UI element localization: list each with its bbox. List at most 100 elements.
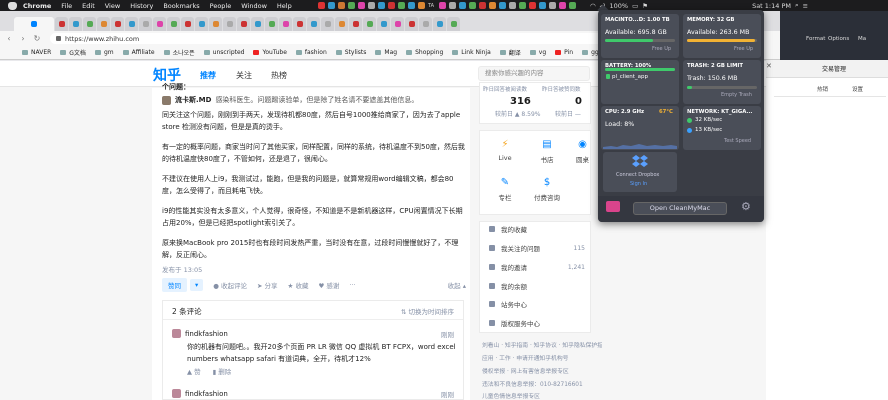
entry-column[interactable]: ✎ 专栏 — [490, 177, 520, 202]
list-item[interactable]: 站务中心 — [489, 299, 585, 309]
tray-app-icon[interactable] — [418, 2, 425, 9]
tray-app-icon[interactable] — [449, 2, 457, 9]
battery-icon[interactable]: ▭ — [632, 2, 638, 10]
bookmark-item[interactable]: gm — [94, 49, 114, 56]
column-header[interactable]: 设置 — [852, 85, 863, 93]
bookmark-item[interactable]: Pin — [555, 49, 573, 56]
entry-paid-consult[interactable]: $ 付费咨询 — [530, 177, 564, 202]
search-input[interactable]: 搜索你感兴趣的内容 — [478, 66, 590, 81]
browser-tab[interactable] — [223, 17, 236, 31]
browser-tab[interactable] — [83, 17, 96, 31]
tray-app-icon[interactable] — [378, 2, 385, 9]
search-icon[interactable]: ⌕ — [795, 1, 799, 10]
dropbox-sign-in-link[interactable]: Sign In — [630, 181, 647, 187]
bookmark-item[interactable]: Shopping — [406, 49, 443, 56]
tray-app-icon[interactable] — [338, 2, 345, 9]
bookmark-item[interactable]: vg — [529, 49, 546, 56]
bookmark-item[interactable]: unscripted — [203, 49, 244, 56]
browser-tab[interactable] — [125, 17, 138, 31]
window-menu-item[interactable]: Options — [828, 36, 849, 42]
browser-tab[interactable] — [139, 17, 152, 31]
window-menu-item[interactable]: Ma — [858, 36, 866, 42]
entry-bookstore[interactable]: ▤ 书店 — [532, 139, 562, 164]
browser-tab[interactable] — [405, 17, 418, 31]
tray-app-icon[interactable] — [559, 2, 567, 9]
browser-tab[interactable] — [265, 17, 278, 31]
cleanmymac-logo-icon[interactable] — [606, 201, 620, 212]
tray-app-icon[interactable] — [469, 2, 477, 9]
footer-links[interactable]: 刘看山 · 知乎指南 · 知乎协议 · 知乎隐私保护指引 — [482, 340, 602, 349]
entry-live[interactable]: ⚡ Live — [490, 139, 520, 162]
browser-tab[interactable] — [363, 17, 376, 31]
publish-time[interactable]: 发布于 13:05 — [162, 264, 202, 274]
bookmark-item[interactable]: 소나오픈 — [163, 48, 195, 57]
browser-tab[interactable] — [307, 17, 320, 31]
apple-icon[interactable] — [8, 1, 17, 10]
tray-app-icon[interactable] — [509, 2, 517, 9]
collapse-button[interactable]: 收起 ▴ — [448, 280, 466, 290]
browser-tab[interactable] — [433, 17, 446, 31]
browser-tab[interactable] — [447, 17, 460, 31]
favorite-button[interactable]: ★ 收藏 — [288, 280, 309, 290]
empty-trash-button[interactable]: Empty Trash — [721, 92, 752, 98]
tray-app-icon[interactable] — [318, 2, 325, 9]
nav-hot[interactable]: 热榜 — [271, 70, 287, 81]
browser-tab[interactable] — [237, 17, 250, 31]
nav-follow[interactable]: 关注 — [236, 70, 252, 81]
column-header[interactable]: 热销 — [817, 85, 828, 93]
tray-app-icon[interactable] — [348, 2, 355, 9]
tray-app-icon[interactable] — [328, 2, 335, 9]
browser-tab[interactable] — [97, 17, 110, 31]
tray-app-icon[interactable] — [539, 2, 547, 9]
browser-tab[interactable] — [391, 17, 404, 31]
tray-app-icon[interactable] — [519, 2, 527, 9]
forward-icon[interactable]: › — [18, 34, 28, 44]
browser-tab[interactable] — [321, 17, 334, 31]
comment-like-button[interactable]: ▲ 赞 — [187, 366, 201, 376]
browser-tab[interactable] — [335, 17, 348, 31]
nav-recommend[interactable]: 推荐 — [200, 70, 216, 81]
tray-app-icon[interactable] — [499, 2, 507, 9]
menu-file[interactable]: File — [61, 2, 72, 10]
menu-bookmarks[interactable]: Bookmarks — [163, 2, 199, 10]
tray-app-icon[interactable] — [368, 2, 375, 9]
bookmark-item[interactable]: Link Ninja — [452, 49, 491, 56]
tray-app-icon[interactable] — [398, 2, 405, 9]
comment-toggle-button[interactable]: ● 收起评论 — [213, 280, 247, 290]
browser-tab[interactable] — [279, 17, 292, 31]
bookmark-item[interactable]: Stylists — [335, 49, 366, 56]
tray-app-icon[interactable] — [358, 2, 365, 9]
author-name[interactable]: 流卡斯.MD — [175, 95, 211, 105]
avatar[interactable] — [162, 95, 171, 105]
menu-window[interactable]: Window — [241, 2, 267, 10]
footer-links[interactable]: 应用 · 工作 · 申请开通知乎机构号 — [482, 353, 602, 362]
browser-tab[interactable] — [251, 17, 264, 31]
menu-app-name[interactable]: Chrome — [23, 2, 51, 10]
sort-toggle[interactable]: ⇅ 切换为时间排序 — [401, 306, 454, 316]
menu-people[interactable]: People — [210, 2, 232, 10]
tray-app-icon[interactable] — [408, 2, 415, 9]
open-cleanmymac-button[interactable]: Open CleanMyMac — [633, 202, 727, 215]
tray-app-icon[interactable] — [529, 2, 537, 9]
browser-tab[interactable] — [377, 17, 390, 31]
reload-icon[interactable]: ↻ — [32, 34, 42, 44]
list-item[interactable]: 我的收藏 — [489, 224, 585, 234]
upvote-button[interactable]: 赞同 — [162, 278, 187, 292]
browser-tab[interactable] — [69, 17, 82, 31]
list-item[interactable]: 我的邀请 1,241 — [489, 262, 585, 272]
gear-icon[interactable]: ⚙ — [741, 201, 753, 213]
browser-tab[interactable] — [153, 17, 166, 31]
disk-free-up-button[interactable]: Free Up — [652, 46, 671, 52]
back-icon[interactable]: ‹ — [4, 34, 14, 44]
browser-tab[interactable] — [195, 17, 208, 31]
bookmark-item[interactable]: NAVER — [22, 49, 51, 56]
question-title-fragment[interactable]: 个问题： — [162, 82, 190, 92]
menu-help[interactable]: Help — [277, 2, 292, 10]
bookmark-item[interactable]: Mag — [375, 49, 397, 56]
share-button[interactable]: ➤ 分享 — [257, 280, 278, 290]
list-item[interactable]: 版权服务中心 — [489, 318, 585, 328]
tray-app-icon[interactable] — [569, 2, 577, 9]
more-button[interactable]: ··· — [349, 281, 355, 289]
battery-percent[interactable]: 100% — [609, 2, 628, 10]
browser-tab[interactable] — [167, 17, 180, 31]
